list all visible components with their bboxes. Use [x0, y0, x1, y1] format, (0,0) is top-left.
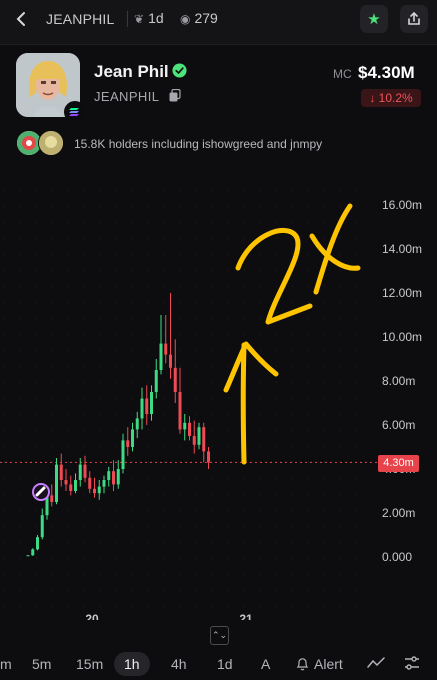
candle-body [150, 392, 153, 414]
candle-body [178, 392, 182, 430]
candle-body [36, 537, 39, 550]
candle-body [116, 469, 120, 485]
candle-body [40, 515, 44, 538]
timeframe-1h[interactable]: 1h [114, 652, 150, 676]
candle-body [107, 471, 111, 480]
candle-body [97, 486, 101, 494]
candle-body [131, 429, 134, 447]
token-age-value: 1d [148, 10, 164, 26]
alert-button[interactable]: Alert [314, 656, 343, 672]
candle-body [192, 436, 196, 445]
favorite-button[interactable]: ★ [360, 5, 388, 33]
timeframe-15m[interactable]: 15m [76, 656, 103, 672]
market-cap-value: $4.30M [358, 63, 415, 82]
candle-body [188, 422, 191, 436]
top-bar: JEANPHIL ❦ 1d ◉ 279 ★ [0, 0, 437, 45]
candle-body [112, 471, 115, 485]
y-tick-label: 14.00m [382, 242, 422, 256]
candle-body [135, 418, 139, 430]
candle-body [197, 427, 201, 445]
x-tick-label: 20 [85, 612, 99, 620]
y-tick-label: 6.00m [382, 418, 415, 432]
candle-body [78, 464, 82, 480]
candle-body [93, 488, 96, 494]
sprout-icon: ❦ [134, 12, 145, 26]
solana-chain-icon [64, 101, 86, 123]
y-tick-label: 16.00m [382, 198, 422, 212]
candle-body [126, 440, 130, 447]
y-tick-label: 0.000 [382, 550, 412, 564]
candle-body [207, 451, 210, 463]
candle-body [154, 370, 158, 392]
y-tick-label: 12.00m [382, 286, 422, 300]
candle-body [26, 555, 30, 557]
star-icon: ★ [367, 11, 381, 28]
price-change-badge: ↓ 10.2% [361, 89, 421, 107]
annotation-2x-digit [235, 228, 313, 325]
candle-body [69, 484, 73, 491]
annotation-arrow-head [223, 341, 279, 393]
token-symbol: JEANPHIL [94, 89, 160, 104]
candle-body [169, 354, 172, 368]
candle-body [74, 480, 77, 491]
candle-body [102, 480, 106, 487]
indicator-icon[interactable] [367, 656, 385, 670]
token-name: Jean Phil [94, 62, 169, 81]
market-cap-label: MC [333, 67, 352, 81]
candle-body [140, 398, 144, 419]
view-count: ◉ 279 [180, 10, 218, 26]
token-ticker: JEANPHIL [46, 11, 115, 27]
holder-avatar [38, 130, 64, 156]
chevron-updown-icon[interactable]: ⌃⌄ [210, 626, 229, 645]
back-arrow-icon[interactable] [12, 9, 32, 29]
price-chart[interactable]: 16.00m14.00m12.00m10.00m8.00m6.00m4.00m2… [0, 180, 437, 620]
current-price-label: 4.30m [378, 455, 419, 472]
share-icon [408, 11, 420, 25]
candle-body [59, 464, 63, 480]
candle-body [202, 427, 206, 452]
candle-body [121, 440, 125, 469]
candle-body [164, 343, 168, 355]
candle-body [55, 464, 58, 502]
candle-body [159, 343, 163, 370]
candle-body [64, 480, 68, 485]
candle-body [88, 477, 92, 489]
annotation-arrow-shaft [240, 342, 247, 465]
divider [127, 11, 128, 27]
bell-icon [296, 658, 309, 671]
candle-body [83, 464, 87, 478]
candle-body [50, 495, 54, 502]
candle-body [183, 422, 187, 430]
y-tick-label: 10.00m [382, 330, 422, 344]
share-button[interactable] [400, 5, 428, 33]
y-tick-label: 8.00m [382, 374, 415, 388]
token-age: ❦ 1d [134, 10, 164, 26]
candle-body [145, 398, 149, 414]
copy-icon[interactable] [169, 89, 181, 102]
settings-sliders-icon[interactable] [404, 656, 420, 670]
view-count-value: 279 [194, 10, 218, 26]
timeframe-4h[interactable]: 4h [171, 656, 187, 672]
timeframe-1m[interactable]: m [0, 656, 12, 672]
x-tick-label: 21 [239, 612, 253, 620]
candle-body [173, 367, 177, 392]
candle-body [31, 549, 35, 556]
timeframe-5m[interactable]: 5m [32, 656, 51, 672]
verified-badge-icon [172, 63, 187, 78]
holders-summary: 15.8K holders including ishowgreed and j… [74, 137, 323, 151]
timeframe-1d[interactable]: 1d [217, 656, 233, 672]
eye-icon: ◉ [180, 12, 191, 26]
y-tick-label: 2.00m [382, 506, 415, 520]
timeframe-all[interactable]: A [261, 656, 270, 672]
